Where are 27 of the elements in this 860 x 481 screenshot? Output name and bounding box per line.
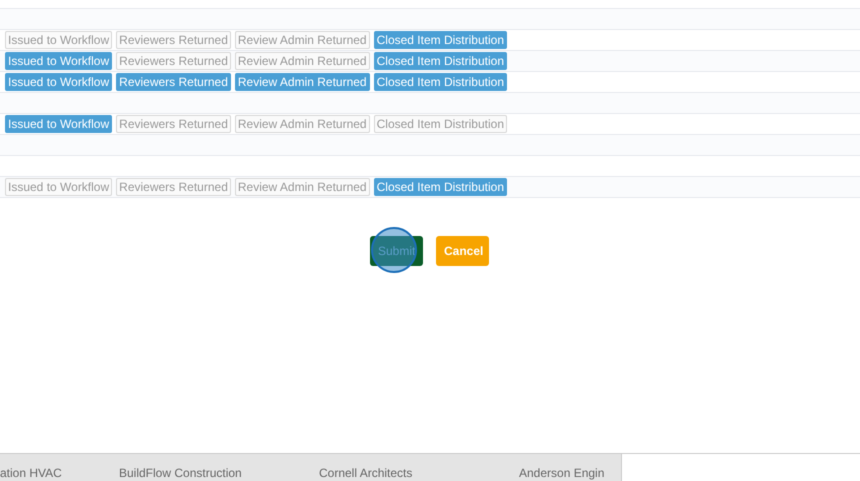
submit-button[interactable]: Submit [370,236,423,266]
status-tag: Closed Item Distribution [374,52,507,70]
cancel-button[interactable]: Cancel [436,236,489,266]
table-cell-text: Cornell Architects [319,466,414,480]
status-tag: Reviewers Returned [116,73,231,91]
status-tag: Review Admin Returned [234,31,370,49]
status-tag: Issued to Workflow [5,31,112,49]
status-tag: Issued to Workflow [5,73,112,91]
status-tag: Closed Item Distribution [374,115,507,133]
status-tag: Reviewers Returned [116,31,231,49]
status-tag: Review Admin Returned [234,115,370,133]
status-tag: Closed Item Distribution [374,178,507,196]
status-tag: Review Admin Returned [234,52,370,70]
status-tag: Issued to Workflow [5,115,112,133]
status-tag: Closed Item Distribution [374,31,507,49]
table-cell-text: BuildFlow Construction [119,466,243,480]
status-tag: Closed Item Distribution [374,73,507,91]
status-tag: Review Admin Returned [234,178,370,196]
status-tag: Reviewers Returned [116,115,231,133]
table-cell: Anderson Engin [519,466,604,480]
status-tag: Reviewers Returned [116,52,231,70]
status-tag: Issued to Workflow [5,178,112,196]
status-tag: Review Admin Returned [234,73,370,91]
table-cell-text: ation HVAC [0,466,63,480]
status-tag: Reviewers Returned [116,178,231,196]
status-tag: Issued to Workflow [5,52,112,70]
click-highlight-icon [371,227,417,273]
